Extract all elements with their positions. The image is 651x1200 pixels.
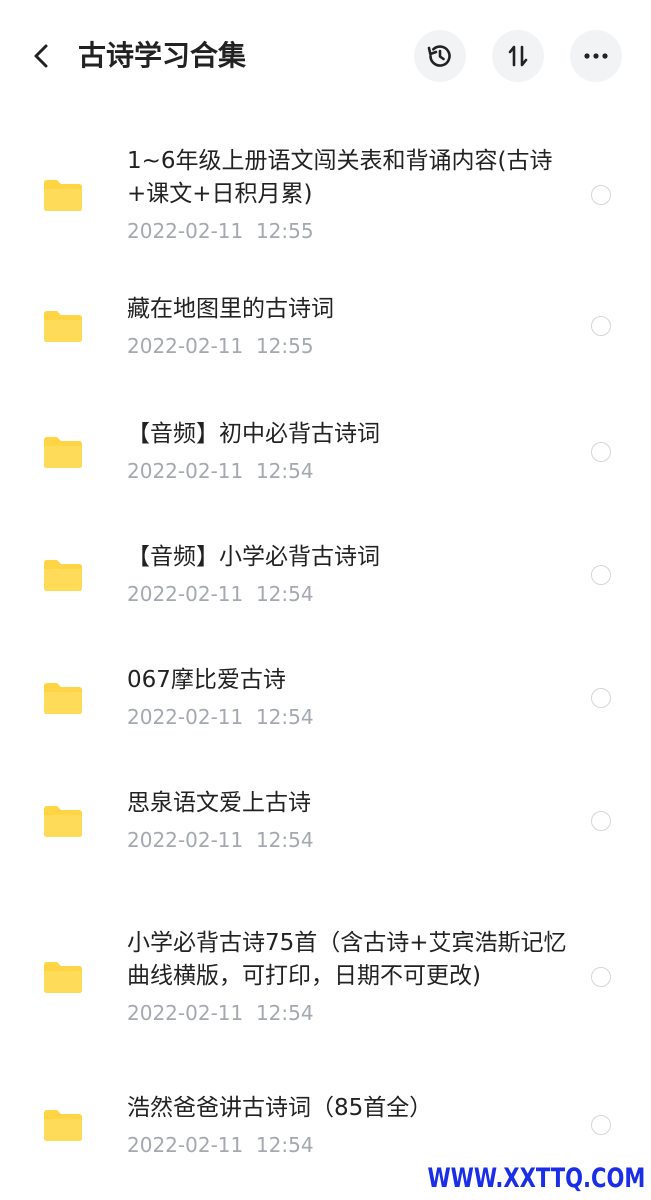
select-radio[interactable] — [591, 1115, 611, 1135]
page-title: 古诗学习合集 — [78, 39, 247, 72]
folder-icon — [44, 311, 82, 342]
list-item[interactable]: 藏在地图里的古诗词 2022-02-11 12:55 — [0, 262, 651, 390]
folder-icon — [44, 805, 82, 837]
item-text: 藏在地图里的古诗词 2022-02-11 12:55 — [127, 293, 567, 360]
item-name: 思泉语文爱上古诗 — [127, 790, 311, 816]
folder-list: 1~6年级上册语文闯关表和背诵内容(古诗+课文+日积月累) 2022-02-11… — [0, 128, 651, 1178]
list-item[interactable]: 【音频】小学必背古诗词 2022-02-11 12:54 — [0, 513, 651, 636]
more-dots-icon — [584, 53, 608, 59]
item-text: 067摩比爱古诗 2022-02-11 12:54 — [127, 664, 567, 731]
item-date: 2022-02-11 12:54 — [127, 582, 314, 606]
item-text: 思泉语文爱上古诗 2022-02-11 12:54 — [127, 787, 567, 854]
item-name: 【音频】初中必背古诗词 — [127, 421, 380, 447]
watermark-text: WWW.XXTTQ.COM — [427, 1163, 645, 1194]
list-item[interactable]: 小学必背古诗75首（含古诗+艾宾浩斯记忆曲线横版，可打印，日期不可更改) 202… — [0, 882, 651, 1072]
item-name: 藏在地图里的古诗词 — [127, 295, 334, 322]
folder-icon — [44, 962, 82, 993]
item-text: 1~6年级上册语文闯关表和背诵内容(古诗+课文+日积月累) 2022-02-11… — [127, 145, 567, 245]
chevron-left-icon — [34, 44, 48, 68]
folder-icon — [44, 682, 82, 714]
item-name: 067摩比爱古诗 — [127, 667, 286, 693]
item-date: 2022-02-11 12:55 — [127, 333, 314, 358]
item-name: 小学必背古诗75首（含古诗+艾宾浩斯记忆曲线横版，可打印，日期不可更改) — [127, 930, 567, 989]
sort-button[interactable] — [492, 30, 544, 82]
item-text: 浩然爸爸讲古诗词（85首全） 2022-02-11 12:54 — [127, 1092, 567, 1159]
select-radio[interactable] — [591, 810, 611, 831]
folder-icon — [44, 559, 82, 591]
item-date: 2022-02-11 12:54 — [127, 459, 314, 483]
select-radio[interactable] — [591, 316, 611, 336]
folder-icon — [44, 1110, 82, 1141]
list-item[interactable]: 067摩比爱古诗 2022-02-11 12:54 — [0, 636, 651, 759]
select-radio[interactable] — [591, 564, 611, 585]
history-clock-icon — [427, 45, 451, 67]
select-radio[interactable] — [591, 967, 611, 987]
sort-arrows-icon — [508, 45, 528, 67]
item-date: 2022-02-11 12:55 — [127, 219, 314, 243]
list-item[interactable]: 【音频】初中必背古诗词 2022-02-11 12:54 — [0, 390, 651, 513]
item-text: 小学必背古诗75首（含古诗+艾宾浩斯记忆曲线横版，可打印，日期不可更改) 202… — [127, 927, 567, 1027]
more-button[interactable] — [570, 30, 622, 82]
item-date: 2022-02-11 12:54 — [127, 705, 314, 729]
item-name: 浩然爸爸讲古诗词（85首全） — [127, 1094, 433, 1121]
item-name: 【音频】小学必背古诗词 — [127, 544, 380, 570]
list-item[interactable]: 思泉语文爱上古诗 2022-02-11 12:54 — [0, 759, 651, 882]
item-date: 2022-02-11 12:54 — [127, 828, 314, 852]
history-button[interactable] — [414, 30, 466, 82]
select-radio[interactable] — [591, 441, 611, 462]
item-date: 2022-02-11 12:54 — [127, 1001, 314, 1025]
item-name: 1~6年级上册语文闯关表和背诵内容(古诗+课文+日积月累) — [127, 148, 553, 207]
select-radio[interactable] — [591, 687, 611, 708]
item-date: 2022-02-11 12:54 — [127, 1132, 314, 1157]
folder-icon — [44, 436, 82, 468]
back-button[interactable] — [22, 36, 62, 76]
list-item[interactable]: 1~6年级上册语文闯关表和背诵内容(古诗+课文+日积月累) 2022-02-11… — [0, 128, 651, 262]
item-text: 【音频】小学必背古诗词 2022-02-11 12:54 — [127, 541, 567, 608]
folder-icon — [44, 180, 82, 211]
item-text: 【音频】初中必背古诗词 2022-02-11 12:54 — [127, 418, 567, 485]
top-bar: 古诗学习合集 — [0, 0, 651, 112]
select-radio[interactable] — [591, 185, 611, 205]
